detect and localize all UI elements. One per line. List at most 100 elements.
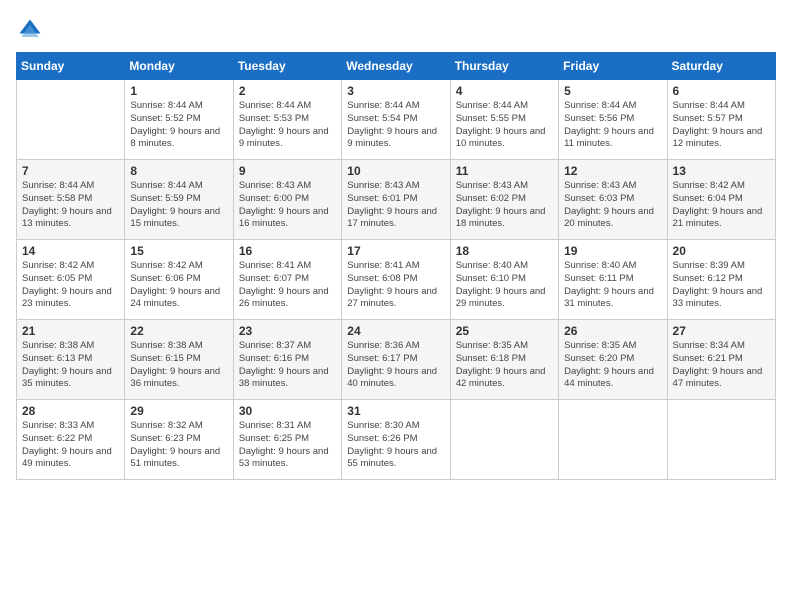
calendar-cell: 27 Sunrise: 8:34 AMSunset: 6:21 PMDayligh…: [667, 320, 775, 400]
cell-content: Sunrise: 8:43 AMSunset: 6:02 PMDaylight:…: [456, 180, 546, 229]
calendar-week-row: 7 Sunrise: 8:44 AMSunset: 5:58 PMDaylight…: [17, 160, 776, 240]
cell-content: Sunrise: 8:41 AMSunset: 6:07 PMDaylight:…: [239, 260, 329, 309]
cell-content: Sunrise: 8:35 AMSunset: 6:18 PMDaylight:…: [456, 340, 546, 389]
logo-icon: [16, 16, 44, 44]
logo: [16, 16, 48, 44]
day-number: 30: [239, 404, 336, 418]
day-header-sunday: Sunday: [17, 53, 125, 80]
calendar-cell: 24 Sunrise: 8:36 AMSunset: 6:17 PMDayligh…: [342, 320, 450, 400]
day-header-friday: Friday: [559, 53, 667, 80]
calendar-cell: 1Sunrise: 8:44 AMSunset: 5:52 PMDaylight…: [125, 80, 233, 160]
cell-content: Sunrise: 8:33 AMSunset: 6:22 PMDaylight:…: [22, 420, 112, 469]
day-header-tuesday: Tuesday: [233, 53, 341, 80]
cell-content: Sunrise: 8:44 AMSunset: 5:56 PMDaylight:…: [564, 100, 654, 149]
calendar-cell: 29Sunrise: 8:32 AMSunset: 6:23 PMDayligh…: [125, 400, 233, 480]
day-number: 29: [130, 404, 227, 418]
calendar-cell: 5 Sunrise: 8:44 AMSunset: 5:56 PMDaylight…: [559, 80, 667, 160]
cell-content: Sunrise: 8:43 AMSunset: 6:01 PMDaylight:…: [347, 180, 437, 229]
day-number: 11: [456, 164, 553, 178]
cell-content: Sunrise: 8:43 AMSunset: 6:03 PMDaylight:…: [564, 180, 654, 229]
day-number: 27: [673, 324, 770, 338]
day-number: 24: [347, 324, 444, 338]
calendar-cell: 19 Sunrise: 8:40 AMSunset: 6:11 PMDayligh…: [559, 240, 667, 320]
day-number: 20: [673, 244, 770, 258]
calendar-cell: 26 Sunrise: 8:35 AMSunset: 6:20 PMDayligh…: [559, 320, 667, 400]
day-number: 8: [130, 164, 227, 178]
calendar-cell: [17, 80, 125, 160]
calendar-cell: [667, 400, 775, 480]
calendar-cell: 17Sunrise: 8:41 AMSunset: 6:08 PMDayligh…: [342, 240, 450, 320]
calendar-cell: 7 Sunrise: 8:44 AMSunset: 5:58 PMDaylight…: [17, 160, 125, 240]
calendar-cell: 28Sunrise: 8:33 AMSunset: 6:22 PMDayligh…: [17, 400, 125, 480]
calendar-cell: 22 Sunrise: 8:38 AMSunset: 6:15 PMDayligh…: [125, 320, 233, 400]
cell-content: Sunrise: 8:44 AMSunset: 5:58 PMDaylight:…: [22, 180, 112, 229]
calendar-cell: 11 Sunrise: 8:43 AMSunset: 6:02 PMDayligh…: [450, 160, 558, 240]
day-number: 13: [673, 164, 770, 178]
day-number: 22: [130, 324, 227, 338]
day-number: 3: [347, 84, 444, 98]
day-number: 5: [564, 84, 661, 98]
calendar-cell: [559, 400, 667, 480]
cell-content: Sunrise: 8:34 AMSunset: 6:21 PMDaylight:…: [673, 340, 763, 389]
calendar-cell: 6Sunrise: 8:44 AMSunset: 5:57 PMDaylight…: [667, 80, 775, 160]
calendar-cell: 20 Sunrise: 8:39 AMSunset: 6:12 PMDayligh…: [667, 240, 775, 320]
calendar-cell: 8 Sunrise: 8:44 AMSunset: 5:59 PMDaylight…: [125, 160, 233, 240]
calendar-cell: 2Sunrise: 8:44 AMSunset: 5:53 PMDaylight…: [233, 80, 341, 160]
day-number: 16: [239, 244, 336, 258]
day-header-saturday: Saturday: [667, 53, 775, 80]
cell-content: Sunrise: 8:36 AMSunset: 6:17 PMDaylight:…: [347, 340, 437, 389]
day-number: 7: [22, 164, 119, 178]
calendar-cell: 9Sunrise: 8:43 AMSunset: 6:00 PMDaylight…: [233, 160, 341, 240]
day-number: 18: [456, 244, 553, 258]
cell-content: Sunrise: 8:31 AMSunset: 6:25 PMDaylight:…: [239, 420, 329, 469]
cell-content: Sunrise: 8:42 AMSunset: 6:06 PMDaylight:…: [130, 260, 220, 309]
calendar-cell: 4 Sunrise: 8:44 AMSunset: 5:55 PMDaylight…: [450, 80, 558, 160]
cell-content: Sunrise: 8:30 AMSunset: 6:26 PMDaylight:…: [347, 420, 437, 469]
cell-content: Sunrise: 8:38 AMSunset: 6:13 PMDaylight:…: [22, 340, 112, 389]
calendar-cell: 14 Sunrise: 8:42 AMSunset: 6:05 PMDayligh…: [17, 240, 125, 320]
day-number: 6: [673, 84, 770, 98]
calendar-cell: 12Sunrise: 8:43 AMSunset: 6:03 PMDayligh…: [559, 160, 667, 240]
cell-content: Sunrise: 8:44 AMSunset: 5:55 PMDaylight:…: [456, 100, 546, 149]
day-number: 19: [564, 244, 661, 258]
calendar-cell: 31 Sunrise: 8:30 AMSunset: 6:26 PMDayligh…: [342, 400, 450, 480]
calendar-cell: 15 Sunrise: 8:42 AMSunset: 6:06 PMDayligh…: [125, 240, 233, 320]
calendar-cell: 16 Sunrise: 8:41 AMSunset: 6:07 PMDayligh…: [233, 240, 341, 320]
day-number: 26: [564, 324, 661, 338]
day-number: 14: [22, 244, 119, 258]
cell-content: Sunrise: 8:40 AMSunset: 6:11 PMDaylight:…: [564, 260, 654, 309]
calendar-cell: [450, 400, 558, 480]
cell-content: Sunrise: 8:35 AMSunset: 6:20 PMDaylight:…: [564, 340, 654, 389]
day-number: 10: [347, 164, 444, 178]
calendar-week-row: 28Sunrise: 8:33 AMSunset: 6:22 PMDayligh…: [17, 400, 776, 480]
cell-content: Sunrise: 8:44 AMSunset: 5:52 PMDaylight:…: [130, 100, 220, 149]
calendar-cell: 23Sunrise: 8:37 AMSunset: 6:16 PMDayligh…: [233, 320, 341, 400]
calendar-cell: 30 Sunrise: 8:31 AMSunset: 6:25 PMDayligh…: [233, 400, 341, 480]
calendar-table: SundayMondayTuesdayWednesdayThursdayFrid…: [16, 52, 776, 480]
calendar-header-row: SundayMondayTuesdayWednesdayThursdayFrid…: [17, 53, 776, 80]
day-number: 2: [239, 84, 336, 98]
cell-content: Sunrise: 8:44 AMSunset: 5:59 PMDaylight:…: [130, 180, 220, 229]
day-number: 15: [130, 244, 227, 258]
cell-content: Sunrise: 8:42 AMSunset: 6:05 PMDaylight:…: [22, 260, 112, 309]
day-number: 4: [456, 84, 553, 98]
calendar-cell: 21Sunrise: 8:38 AMSunset: 6:13 PMDayligh…: [17, 320, 125, 400]
calendar-cell: 13Sunrise: 8:42 AMSunset: 6:04 PMDayligh…: [667, 160, 775, 240]
page-header: [16, 16, 776, 44]
day-number: 31: [347, 404, 444, 418]
cell-content: Sunrise: 8:38 AMSunset: 6:15 PMDaylight:…: [130, 340, 220, 389]
cell-content: Sunrise: 8:37 AMSunset: 6:16 PMDaylight:…: [239, 340, 329, 389]
day-header-monday: Monday: [125, 53, 233, 80]
cell-content: Sunrise: 8:44 AMSunset: 5:54 PMDaylight:…: [347, 100, 437, 149]
calendar-week-row: 21Sunrise: 8:38 AMSunset: 6:13 PMDayligh…: [17, 320, 776, 400]
calendar-week-row: 1Sunrise: 8:44 AMSunset: 5:52 PMDaylight…: [17, 80, 776, 160]
day-number: 9: [239, 164, 336, 178]
calendar-cell: 10 Sunrise: 8:43 AMSunset: 6:01 PMDayligh…: [342, 160, 450, 240]
day-number: 17: [347, 244, 444, 258]
day-header-thursday: Thursday: [450, 53, 558, 80]
calendar-cell: 3 Sunrise: 8:44 AMSunset: 5:54 PMDaylight…: [342, 80, 450, 160]
cell-content: Sunrise: 8:39 AMSunset: 6:12 PMDaylight:…: [673, 260, 763, 309]
day-number: 25: [456, 324, 553, 338]
calendar-cell: 18Sunrise: 8:40 AMSunset: 6:10 PMDayligh…: [450, 240, 558, 320]
calendar-cell: 25 Sunrise: 8:35 AMSunset: 6:18 PMDayligh…: [450, 320, 558, 400]
